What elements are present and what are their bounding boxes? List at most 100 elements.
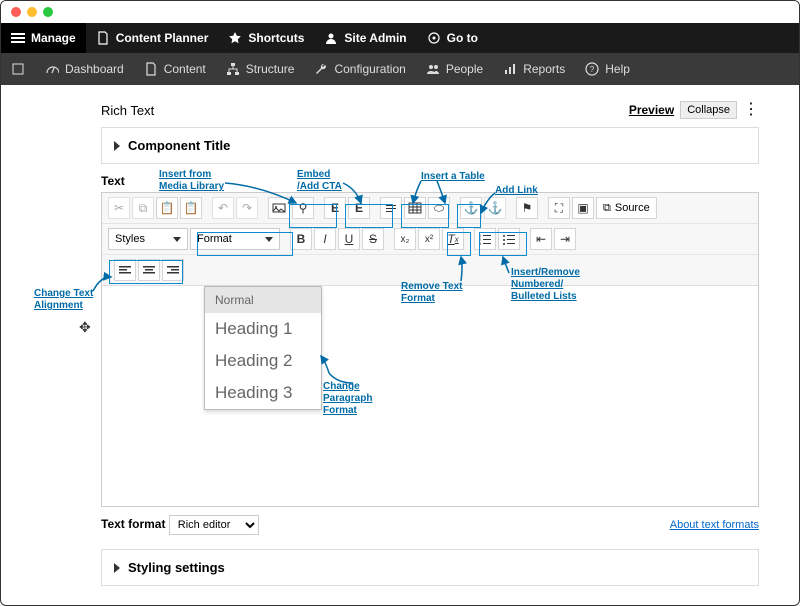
help-icon: ? [585,62,599,76]
chevron-down-icon [265,237,273,242]
svg-text:?: ? [590,65,595,74]
people-label: People [446,62,483,76]
maximize-window-button[interactable] [43,7,53,17]
structure-label: Structure [246,62,295,76]
paste-text-button[interactable]: 📋 [180,197,202,219]
go-to-label: Go to [447,31,478,45]
maximize-button[interactable]: ⛶ [548,197,570,219]
format-option-normal[interactable]: Normal [205,287,321,313]
dashboard-label: Dashboard [65,62,124,76]
styles-label: Styles [115,233,145,245]
source-label: Source [615,202,650,214]
content-planner-label: Content Planner [116,31,209,45]
bar-chart-icon [503,62,517,76]
subscript-button[interactable]: x₂ [394,228,416,250]
minimize-window-button[interactable] [27,7,37,17]
more-options-button[interactable]: ⋮ [743,102,759,118]
show-blocks-button[interactable]: ▣ [572,197,594,219]
editor-content-area[interactable]: Normal Heading 1 Heading 2 Heading 3 [102,286,758,506]
dashboard-link[interactable]: Dashboard [35,53,134,85]
table-button[interactable] [404,197,426,219]
section-title: Rich Text [101,103,154,118]
page-icon [96,31,110,45]
site-admin-label: Site Admin [344,31,406,45]
indent-button[interactable]: ⇥ [554,228,576,250]
about-text-formats-link[interactable]: About text formats [670,519,759,531]
site-admin-menu[interactable]: Site Admin [314,23,416,53]
content-planner-menu[interactable]: Content Planner [86,23,219,53]
bold-button[interactable]: B [290,228,312,250]
people-link[interactable]: People [416,53,493,85]
underline-button[interactable]: U [338,228,360,250]
format-option-h3[interactable]: Heading 3 [205,377,321,409]
outdent-button[interactable]: ⇤ [530,228,552,250]
styling-settings-label: Styling settings [128,560,225,575]
embed-cta-e1-button[interactable]: E [324,197,346,219]
format-option-h2[interactable]: Heading 2 [205,345,321,377]
text-format-select[interactable]: Rich editor [169,515,259,535]
preview-link[interactable]: Preview [629,103,674,117]
format-dropdown-menu: Normal Heading 1 Heading 2 Heading 3 [204,286,322,410]
bulleted-list-button[interactable] [498,228,520,250]
shortcuts-menu[interactable]: Shortcuts [218,23,314,53]
shortcuts-label: Shortcuts [248,31,304,45]
format-option-h1[interactable]: Heading 1 [205,313,321,345]
chevron-right-icon [114,141,120,151]
help-link[interactable]: ? Help [575,53,640,85]
media-library-button[interactable] [268,197,290,219]
people-icon [426,62,440,76]
styles-dropdown[interactable]: Styles [108,228,188,250]
manage-label: Manage [31,31,76,45]
chevron-right-icon [114,563,120,573]
align-right-button[interactable] [162,259,184,281]
wrench-icon [314,62,328,76]
align-left-button[interactable] [114,259,136,281]
manage-menu[interactable]: Manage [1,23,86,53]
primary-toolbar: Manage Content Planner Shortcuts Site Ad… [1,23,799,53]
content-link[interactable]: Content [134,53,216,85]
move-cursor-icon: ✥ [79,319,91,336]
file-icon [144,62,158,76]
paste-button[interactable]: 📋 [156,197,178,219]
configuration-label: Configuration [334,62,405,76]
rich-text-editor: ✂ ⧉ 📋 📋 ↶ ↷ ⚲ E E ⬭ [101,192,759,507]
numbered-list-button[interactable]: 123 [474,228,496,250]
anchor-link-button[interactable]: ⚓ [460,197,482,219]
toolbar-toggle[interactable] [1,53,35,85]
unlink-button[interactable]: ⚓ [484,197,506,219]
cut-button[interactable]: ✂ [108,197,130,219]
link-button[interactable]: ⬭ [428,197,450,219]
text-field-label: Text [101,174,759,188]
source-button[interactable]: ⧉ Source [596,197,657,219]
align-center-button[interactable] [138,259,160,281]
undo-button[interactable]: ↶ [212,197,234,219]
remove-format-button[interactable]: Tx [442,228,464,250]
collapse-button[interactable]: Collapse [680,101,737,119]
strikethrough-button[interactable]: S [362,228,384,250]
embed-button[interactable]: ⚲ [292,197,314,219]
user-icon [324,31,338,45]
svg-text:3: 3 [479,241,482,246]
reports-link[interactable]: Reports [493,53,575,85]
target-icon [427,31,441,45]
expand-icon [11,62,25,76]
component-title-accordion[interactable]: Component Title [101,127,759,164]
structure-link[interactable]: Structure [216,53,305,85]
italic-button[interactable]: I [314,228,336,250]
format-dropdown[interactable]: Format [190,228,280,250]
styling-settings-accordion[interactable]: Styling settings [101,549,759,586]
copy-button[interactable]: ⧉ [132,197,154,219]
superscript-button[interactable]: x² [418,228,440,250]
blockquote-button[interactable] [380,197,402,219]
embed-cta-e2-button[interactable]: E [348,197,370,219]
configuration-link[interactable]: Configuration [304,53,415,85]
source-icon: ⧉ [603,202,611,215]
close-window-button[interactable] [11,7,21,17]
star-icon [228,31,242,45]
help-label: Help [605,62,630,76]
window-titlebar [1,1,799,23]
go-to-menu[interactable]: Go to [417,23,488,53]
flag-button[interactable]: ⚑ [516,197,538,219]
admin-toolbar: Dashboard Content Structure Configuratio… [1,53,799,85]
redo-button[interactable]: ↷ [236,197,258,219]
